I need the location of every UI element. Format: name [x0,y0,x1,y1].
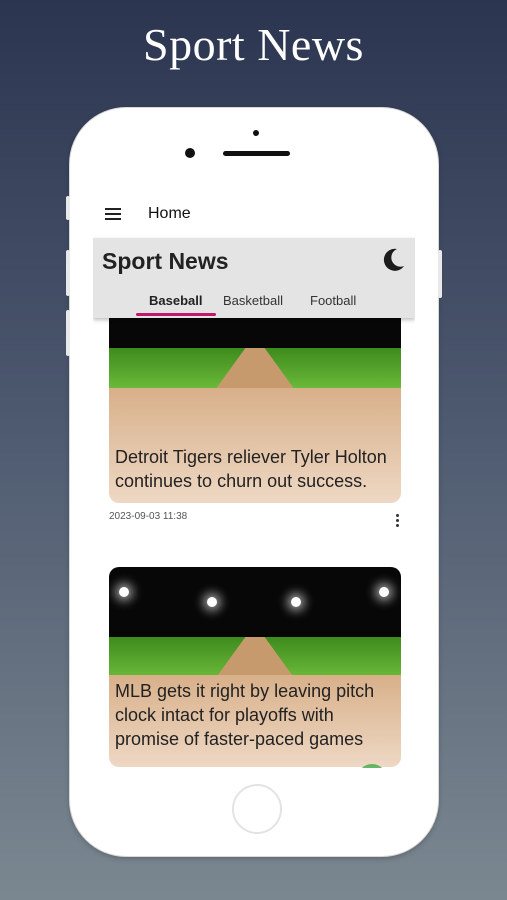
promo-title: Sport News [143,19,364,70]
active-tab-indicator [136,313,216,316]
app-screen: Home Sport News Baseball Basketball Foot… [93,188,415,768]
phone-side-button [66,196,70,220]
article-card[interactable]: MLB gets it right by leaving pitch clock… [109,567,401,767]
stadium-light [207,597,217,607]
stadium-night-sky [109,318,401,348]
article-card[interactable]: Detroit Tigers reliever Tyler Holton con… [109,318,401,503]
phone-camera [185,148,195,158]
article-headline: Detroit Tigers reliever Tyler Holton con… [115,447,387,491]
phone-sensor [253,130,259,136]
phone-volume-up [66,250,70,296]
article-date: 2023-09-03 11:38 [109,511,188,522]
phone-home-button [232,784,282,834]
stadium-light [379,587,389,597]
top-bar-title: Home [148,205,191,222]
hamburger-menu-icon[interactable] [105,208,121,220]
phone-speaker [223,151,290,156]
article-headline: MLB gets it right by leaving pitch clock… [115,681,375,749]
category-tabs: Baseball Basketball Football [93,290,415,318]
app-header: Sport News Baseball Basketball Football [93,238,415,318]
stadium-light [119,587,129,597]
app-title: Sport News [102,248,229,274]
news-feed: Detroit Tigers reliever Tyler Holton con… [93,318,415,768]
phone-volume-down [66,310,70,356]
phone-power-button [438,250,442,298]
tab-basketball[interactable]: Basketball [223,293,283,308]
tab-baseball[interactable]: Baseball [149,293,202,308]
tab-football[interactable]: Football [310,293,356,308]
phone-frame: Home Sport News Baseball Basketball Foot… [66,108,442,856]
top-bar: Home [93,188,415,238]
moon-icon[interactable] [377,245,407,275]
more-options-icon[interactable] [396,514,399,529]
stadium-light [291,597,301,607]
stadium-night-sky [109,567,401,639]
